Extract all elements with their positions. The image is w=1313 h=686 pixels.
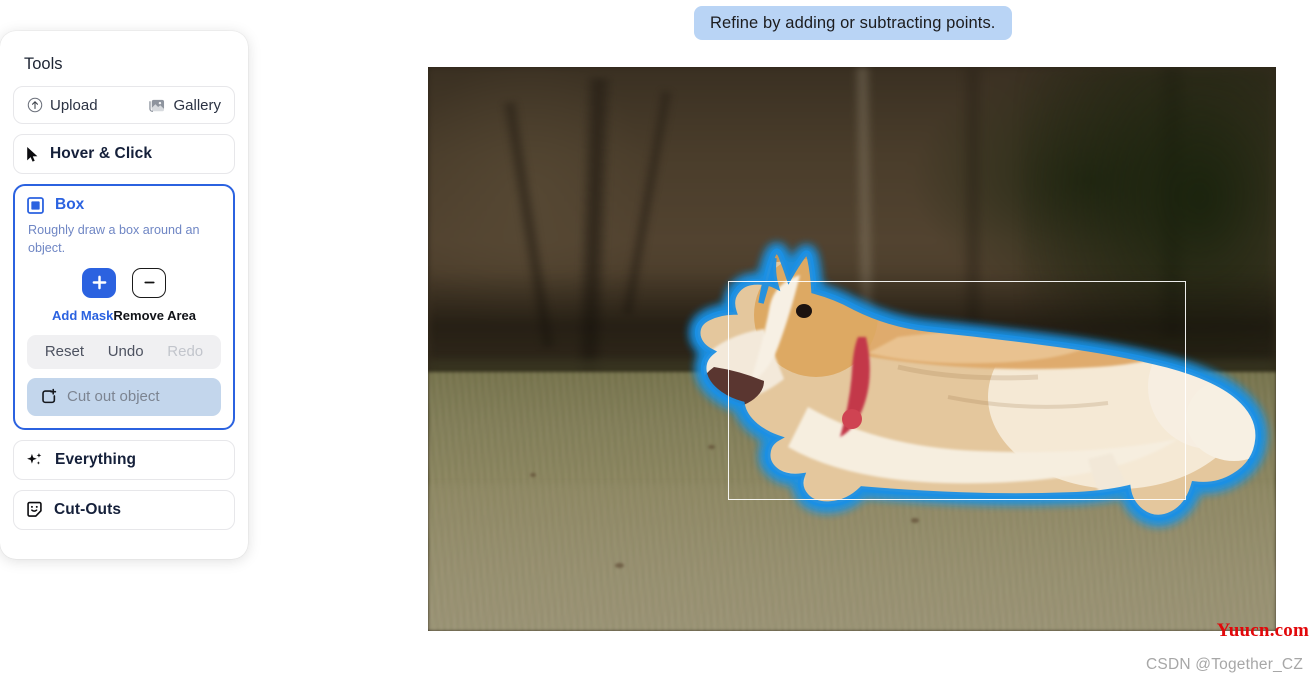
cut-out-object-label: Cut out object	[67, 388, 160, 406]
image-canvas[interactable]	[428, 67, 1276, 631]
box-title: Box	[55, 196, 85, 213]
gallery-photos-icon	[148, 97, 166, 113]
import-row: Upload Gallery	[13, 86, 235, 124]
minus-icon	[132, 267, 166, 298]
box-description: Roughly draw a box around an object.	[28, 223, 200, 255]
gallery-button[interactable]: Gallery	[148, 97, 221, 114]
upload-button[interactable]: Upload	[27, 97, 98, 114]
upload-circle-arrow-icon	[27, 97, 43, 113]
add-mask-label: Add Mask	[51, 307, 114, 323]
crop-plus-icon	[40, 388, 57, 406]
redo-button: Redo	[167, 343, 204, 361]
cursor-arrow-icon	[26, 146, 39, 163]
gallery-label: Gallery	[173, 96, 221, 114]
sidebar-item-label: Cut-Outs	[54, 500, 122, 518]
box-header: Box	[27, 196, 221, 214]
hint-tooltip: Refine by adding or subtracting points.	[694, 6, 1012, 40]
sidebar-item-label: Everything	[55, 450, 137, 468]
hint-text: Refine by adding or subtracting points.	[710, 13, 996, 32]
mask-action-labels: Add Mask Remove Area	[27, 303, 221, 323]
remove-area-button[interactable]	[132, 267, 166, 298]
sidebar-item-hover-and-click[interactable]: Hover & Click	[13, 134, 235, 174]
history-controls: Reset Undo Redo	[27, 334, 221, 369]
segmentation-mask-layer	[428, 67, 1276, 631]
undo-button[interactable]: Undo	[108, 343, 144, 360]
reset-button[interactable]: Reset	[45, 343, 84, 360]
site-watermark: Yuucn.com	[1216, 620, 1309, 641]
tools-panel: Tools Upload Gallery Hover & Click Box R…	[0, 31, 248, 559]
remove-area-label: Remove Area	[113, 307, 197, 323]
sidebar-item-cut-outs[interactable]: Cut-Outs	[13, 489, 235, 530]
box-select-icon	[27, 196, 44, 214]
sidebar-item-everything[interactable]: Everything	[13, 439, 235, 480]
app-root: Refine by adding or subtracting points. …	[0, 0, 1313, 686]
page-title: Tools	[24, 55, 63, 73]
corgi-dog-mask	[691, 244, 1265, 524]
sparkles-icon	[26, 451, 44, 469]
upload-label: Upload	[50, 96, 98, 114]
cut-out-object-button[interactable]: Cut out object	[27, 377, 221, 416]
plus-icon	[82, 267, 116, 298]
sidebar-item-label: Hover & Click	[50, 145, 153, 162]
sticker-face-icon	[26, 501, 43, 518]
mask-action-buttons	[27, 267, 221, 298]
author-watermark: CSDN @Together_CZ	[1146, 656, 1303, 673]
sidebar-item-box[interactable]: Box Roughly draw a box around an object.	[13, 184, 235, 430]
add-mask-button[interactable]	[82, 267, 116, 298]
